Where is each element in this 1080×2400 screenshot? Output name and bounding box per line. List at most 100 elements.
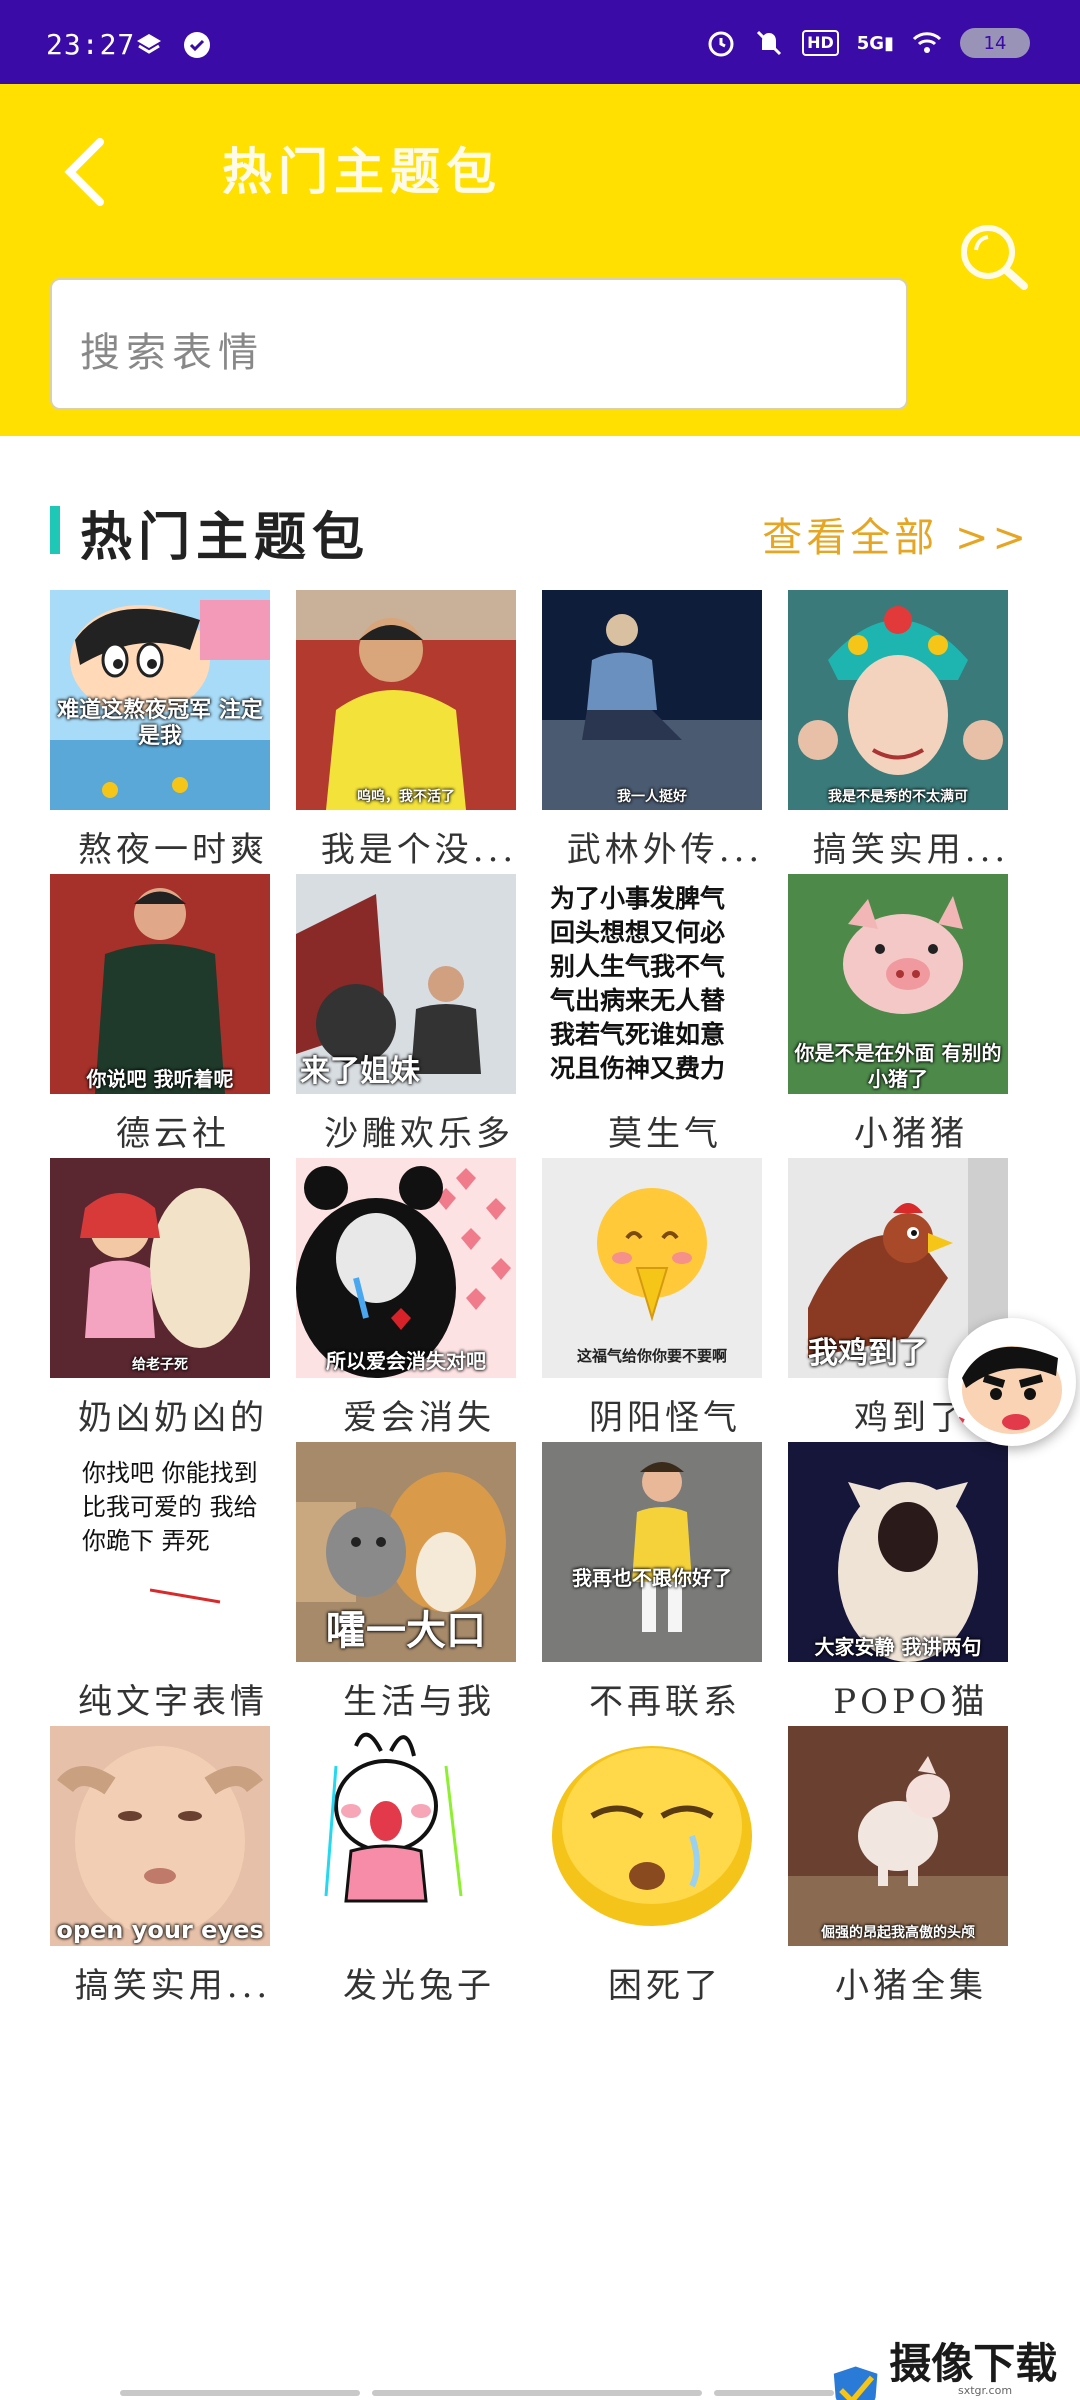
wifi-icon bbox=[912, 32, 942, 53]
sticker-overlay-text: 给老子死 bbox=[132, 1357, 188, 1373]
sticker-overlay-text: 你是不是在外面 有别的小猪了 bbox=[794, 1041, 1002, 1091]
sticker-pack-card[interactable]: 发光兔子 bbox=[296, 1726, 516, 2006]
sticker-pack-card[interactable]: 嚯一大口 生活与我 bbox=[296, 1442, 516, 1722]
strike-mark bbox=[150, 1588, 221, 1604]
sticker-pack-caption: 纯文字表情 bbox=[78, 1682, 268, 1722]
sticker-thumbnail: 你是不是在外面 有别的小猪了 bbox=[788, 874, 1008, 1094]
crayon-character-icon bbox=[950, 1320, 1074, 1444]
sticker-pack-caption: 熬夜一时爽 bbox=[78, 830, 268, 870]
sticker-pack-caption: 困死了 bbox=[608, 1966, 722, 2006]
sticker-pack-card[interactable]: 我一人挺好 武林外传... bbox=[542, 590, 762, 870]
sticker-pack-caption: 生活与我 bbox=[343, 1682, 495, 1722]
sticker-pack-caption: 沙雕欢乐多 bbox=[324, 1114, 514, 1154]
sticker-pack-card[interactable]: 所以爱会消失对吧 爱会消失 bbox=[296, 1158, 516, 1438]
shield-logo-icon bbox=[833, 2366, 878, 2400]
sticker-overlay-text: 你说吧 我听着呢 bbox=[86, 1067, 234, 1091]
sticker-thumbnail: 倔强的昂起我高傲的头颅 bbox=[788, 1726, 1008, 1946]
sticker-pack-caption: 爱会消失 bbox=[343, 1398, 495, 1438]
sticker-pack-caption: 武林外传... bbox=[566, 830, 764, 870]
watermark-url: sxtgr.com bbox=[958, 2384, 1013, 2397]
sticker-overlay-text: 来了姐妹 bbox=[300, 1054, 420, 1089]
sticker-pack-card[interactable]: 难道这熬夜冠军 注定是我 熬夜一时爽 bbox=[50, 590, 270, 870]
search-icon[interactable] bbox=[958, 222, 1030, 294]
sticker-thumbnail: 所以爱会消失对吧 bbox=[296, 1158, 516, 1378]
sticker-thumbnail: 来了姐妹 bbox=[296, 874, 516, 1094]
sticker-pack-card[interactable]: 这福气给你你要不要啊 阴阳怪气 bbox=[542, 1158, 762, 1438]
layers-icon bbox=[137, 34, 161, 54]
sticker-thumbnail: 这福气给你你要不要啊 bbox=[542, 1158, 762, 1378]
alarm-icon bbox=[708, 31, 734, 57]
sticker-pack-caption: 奶凶奶凶的 bbox=[78, 1398, 268, 1438]
page-title: 热门主题包 bbox=[222, 142, 502, 201]
sticker-pack-card[interactable]: 倔强的昂起我高傲的头颅 小猪全集 bbox=[788, 1726, 1008, 2006]
battery-icon: 14 bbox=[960, 28, 1030, 58]
view-all-link[interactable]: 查看全部 >> bbox=[762, 505, 1030, 563]
sticker-thumbnail: 大家安静 我讲两句 bbox=[788, 1442, 1008, 1662]
sticker-pack-card[interactable]: 困死了 bbox=[542, 1726, 762, 2006]
sticker-pack-caption: 搞笑实用... bbox=[812, 830, 1010, 870]
sticker-overlay-text: open your eyes bbox=[56, 1916, 264, 1944]
sticker-thumbnail: 呜呜，我不活了 bbox=[296, 590, 516, 810]
header: 热门主题包 搜索表情 bbox=[0, 84, 1080, 436]
check-circle-icon bbox=[184, 32, 210, 58]
sticker-pack-caption: 搞笑实用... bbox=[74, 1966, 272, 2006]
sticker-thumbnail: 我一人挺好 bbox=[542, 590, 762, 810]
section-accent-bar bbox=[50, 506, 60, 554]
sticker-overlay-text: 难道这熬夜冠军 注定是我 bbox=[57, 698, 263, 749]
sticker-thumbnail: 难道这熬夜冠军 注定是我 bbox=[50, 590, 270, 810]
signal-icon: 5G▮ bbox=[856, 32, 894, 54]
sticker-pack-caption: 不再联系 bbox=[589, 1682, 741, 1722]
sticker-text-content: 为了小事发脾气 回头想想又何必 别人生气我不气 气出病来无人替 我若气死谁如意 … bbox=[550, 884, 726, 1083]
floating-avatar-button[interactable] bbox=[948, 1318, 1076, 1446]
sticker-pack-card[interactable]: 呜呜，我不活了 我是个没... bbox=[296, 590, 516, 870]
bottom-indicator bbox=[714, 2390, 834, 2396]
section-title: 热门主题包 bbox=[80, 507, 371, 568]
search-placeholder: 搜索表情 bbox=[80, 330, 264, 376]
sticker-thumbnail: 我再也不跟你好了 bbox=[542, 1442, 762, 1662]
sticker-thumbnail bbox=[296, 1726, 516, 1946]
sticker-pack-caption: 发光兔子 bbox=[343, 1966, 495, 2006]
sticker-overlay-text: 我是不是秀的不太满可 bbox=[828, 789, 968, 805]
status-time: 23:27 bbox=[46, 28, 136, 61]
back-arrow-icon[interactable] bbox=[52, 132, 122, 212]
sticker-pack-caption: 小猪猪 bbox=[854, 1114, 968, 1154]
sticker-pack-card[interactable]: open your eyes 搞笑实用... bbox=[50, 1726, 270, 2006]
network-label: 5G bbox=[856, 32, 885, 54]
sticker-overlay-text: 我一人挺好 bbox=[617, 789, 687, 805]
sticker-overlay-text: 嚯一大口 bbox=[326, 1608, 486, 1654]
sticker-pack-card[interactable]: 来了姐妹 沙雕欢乐多 bbox=[296, 874, 516, 1154]
sticker-pack-caption: 我是个没... bbox=[320, 830, 518, 870]
sticker-thumbnail: 我是不是秀的不太满可 bbox=[788, 590, 1008, 810]
sticker-overlay-text: 呜呜，我不活了 bbox=[357, 789, 455, 805]
hd-icon: HD bbox=[802, 30, 839, 56]
sticker-text-content: 你找吧 你能找到 比我可爱的 我给你跪下 弄死 bbox=[82, 1459, 258, 1555]
sticker-thumbnail: 你找吧 你能找到 比我可爱的 我给你跪下 弄死 bbox=[50, 1442, 270, 1662]
sticker-overlay-text: 所以爱会消失对吧 bbox=[326, 1349, 486, 1373]
sticker-pack-card[interactable]: 我是不是秀的不太满可 搞笑实用... bbox=[788, 590, 1008, 870]
sticker-thumbnail: 为了小事发脾气 回头想想又何必 别人生气我不气 气出病来无人替 我若气死谁如意 … bbox=[542, 874, 762, 1094]
sticker-pack-card[interactable]: 大家安静 我讲两句 POPO猫 bbox=[788, 1442, 1008, 1722]
sticker-thumbnail: 你说吧 我听着呢 bbox=[50, 874, 270, 1094]
sticker-pack-card[interactable]: 给老子死 奶凶奶凶的 bbox=[50, 1158, 270, 1438]
sticker-thumbnail: open your eyes bbox=[50, 1726, 270, 1946]
sticker-pack-card[interactable]: 你找吧 你能找到 比我可爱的 我给你跪下 弄死 纯文字表情 bbox=[50, 1442, 270, 1722]
bottom-indicator bbox=[120, 2390, 360, 2396]
sticker-pack-card[interactable]: 我再也不跟你好了 不再联系 bbox=[542, 1442, 762, 1722]
bottom-indicator bbox=[372, 2390, 702, 2396]
search-input[interactable]: 搜索表情 bbox=[50, 278, 908, 410]
sticker-overlay-text: 我再也不跟你好了 bbox=[572, 1566, 732, 1590]
watermark: 摄像下载站 bbox=[832, 2330, 1080, 2400]
sticker-pack-card[interactable]: 你说吧 我听着呢 德云社 bbox=[50, 874, 270, 1154]
sticker-pack-caption: POPO猫 bbox=[833, 1682, 989, 1722]
sticker-overlay-text: 大家安静 我讲两句 bbox=[814, 1635, 982, 1659]
sticker-overlay-text: 倔强的昂起我高傲的头颅 bbox=[821, 1925, 975, 1941]
sticker-pack-caption: 阴阳怪气 bbox=[589, 1398, 741, 1438]
sticker-pack-card[interactable]: 你是不是在外面 有别的小猪了 小猪猪 bbox=[788, 874, 1008, 1154]
sticker-pack-caption: 莫生气 bbox=[608, 1114, 722, 1154]
sticker-thumbnail: 给老子死 bbox=[50, 1158, 270, 1378]
status-bar: 23:27 HD 5G▮ 14 bbox=[0, 0, 1080, 84]
sticker-pack-caption: 小猪全集 bbox=[835, 1966, 987, 2006]
sticker-thumbnail: 嚯一大口 bbox=[296, 1442, 516, 1662]
sticker-pack-card[interactable]: 为了小事发脾气 回头想想又何必 别人生气我不气 气出病来无人替 我若气死谁如意 … bbox=[542, 874, 762, 1154]
mute-icon bbox=[757, 30, 782, 56]
